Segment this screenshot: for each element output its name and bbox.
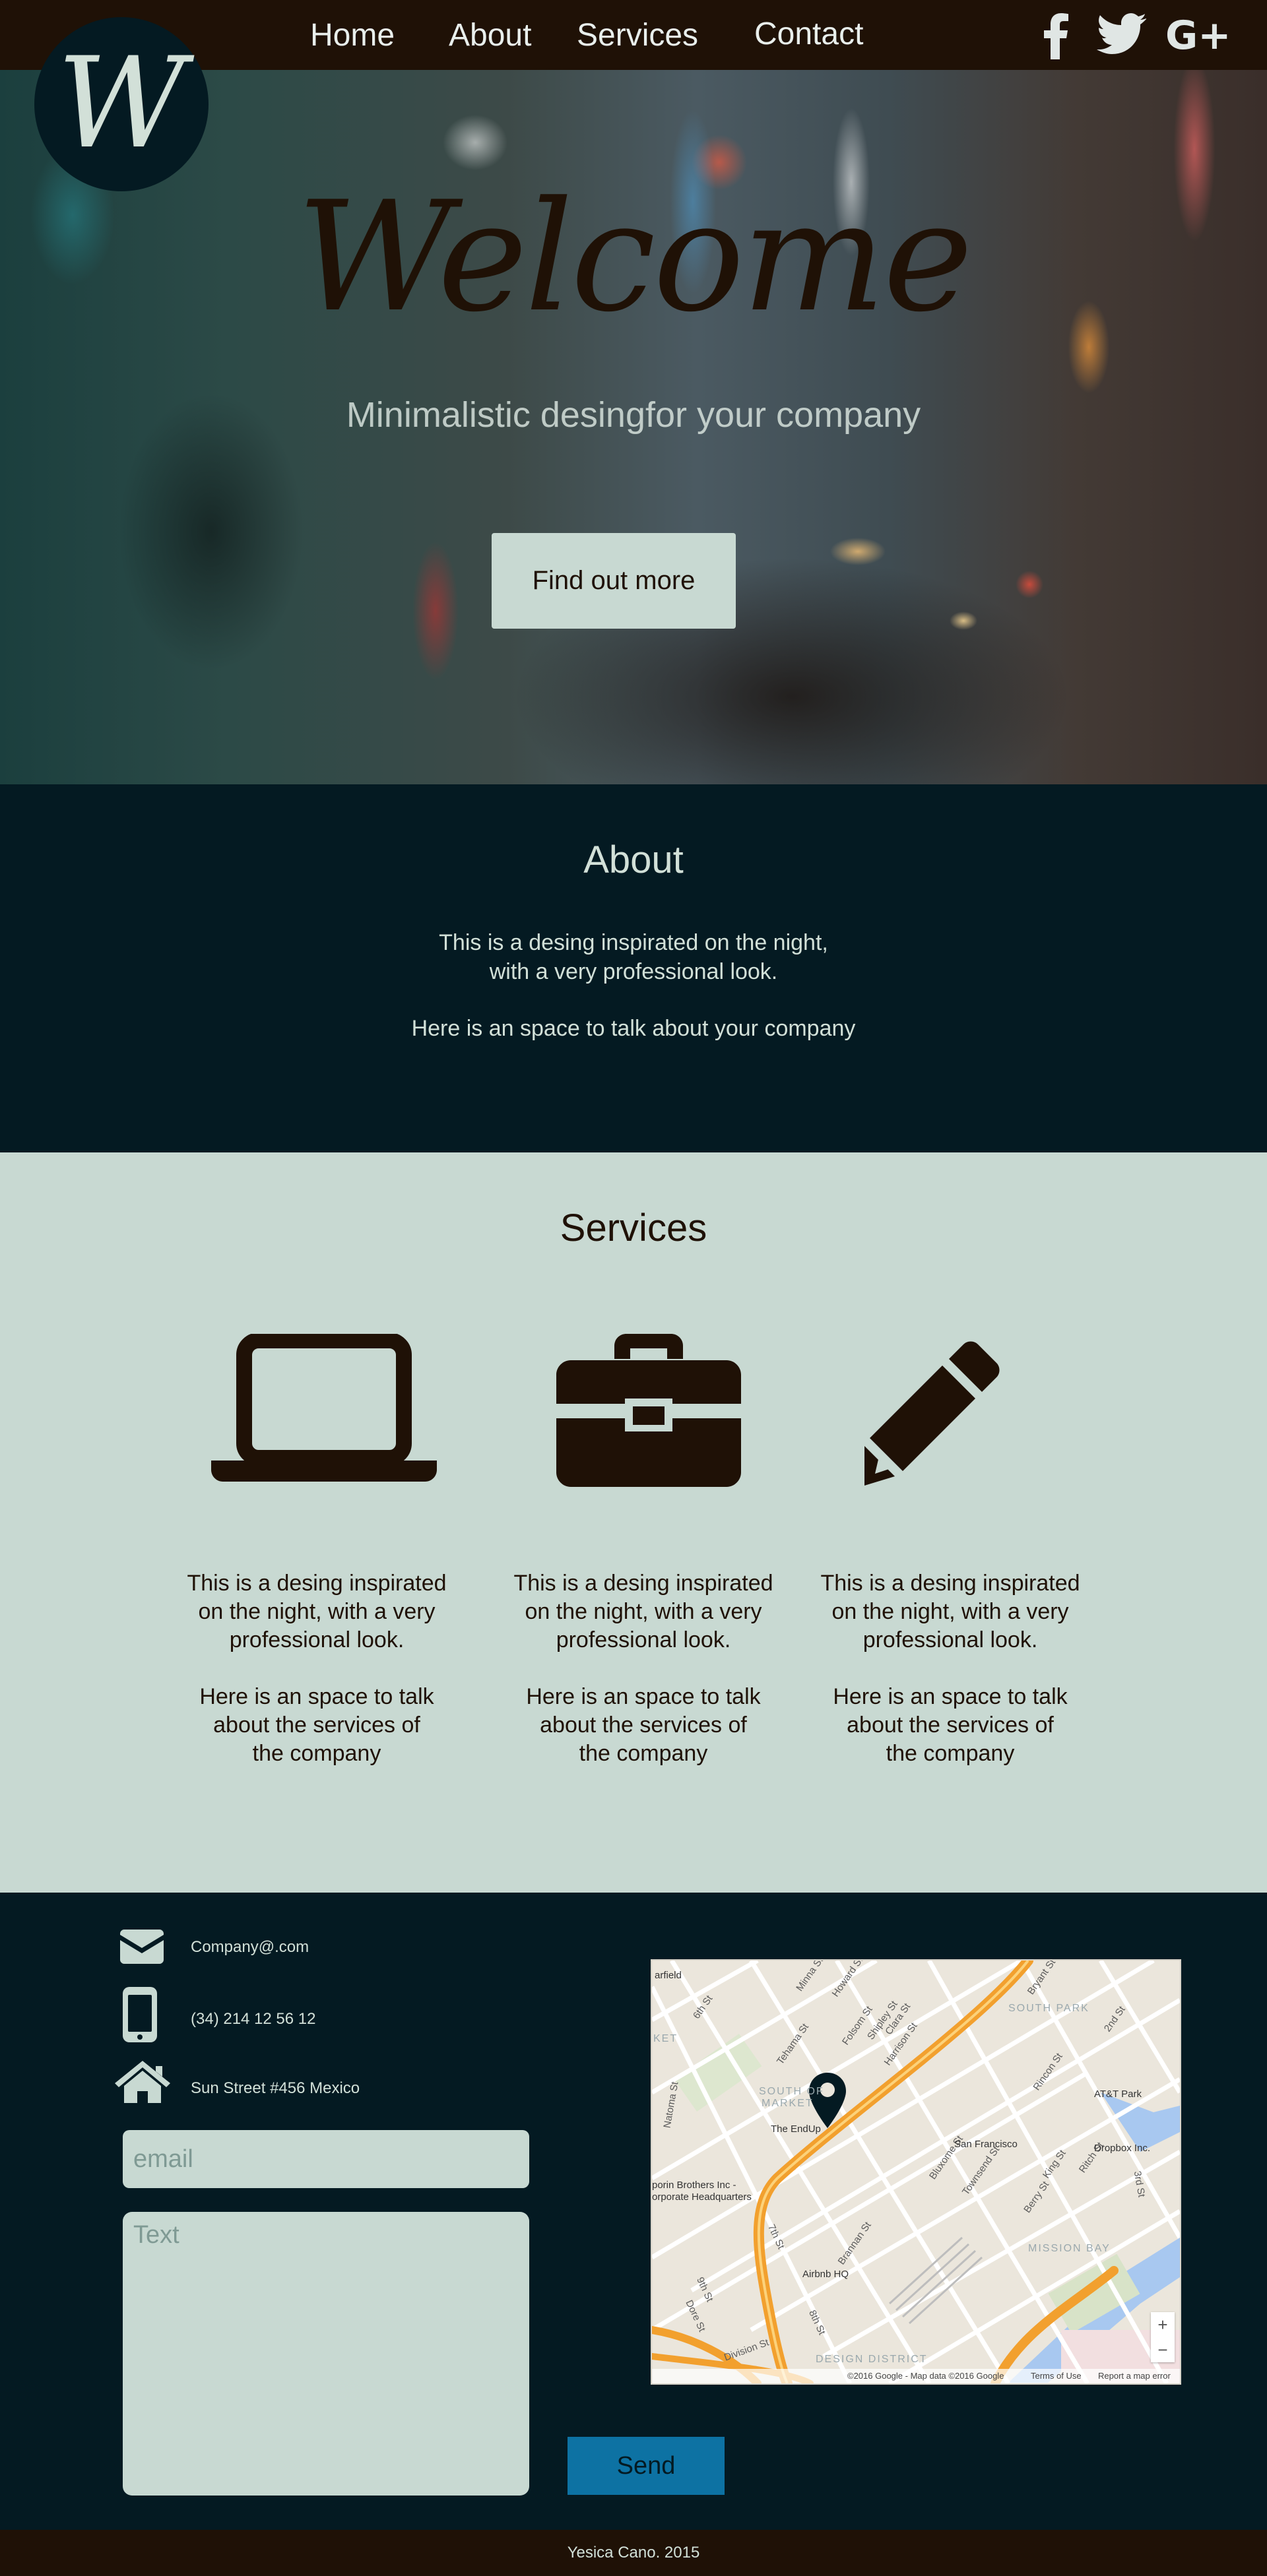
hero-section: Welcome Minimalistic desingfor your comp… [0,70,1267,784]
services-title: Services [560,1207,707,1249]
service-3-line1: This is a desing inspirated [820,1571,1080,1596]
map-zoom-in-button[interactable]: + [1151,2312,1175,2337]
map-district-market: MARKET [762,2098,814,2109]
nav-about-link[interactable]: About [449,17,531,54]
map-place-att-park: AT&T Park [1094,2089,1142,2100]
pencil-icon [864,1340,1000,1490]
map-place-endup: The EndUp [771,2123,821,2135]
service-1-line2: on the night, with a very [198,1599,436,1624]
nav-contact-link[interactable]: Contact [754,16,863,53]
service-3-line4: Here is an space to talk [833,1684,1068,1709]
service-3-line2: on the night, with a very [831,1599,1069,1624]
map-district-south-park: SOUTH PARK [1008,2003,1089,2014]
map-district-mission-bay: MISSION BAY [1028,2243,1111,2254]
page-footer: Yesica Cano. 2015 [0,2530,1267,2576]
facebook-icon[interactable] [1041,12,1070,63]
logo-letter: W [57,30,186,176]
find-out-more-button[interactable]: Find out more [492,533,736,629]
map-zoom-out-button[interactable]: − [1151,2337,1175,2362]
service-1-line1: This is a desing inspirated [187,1571,447,1596]
map-place-arfield: arfield [655,1970,682,1981]
about-title: About [583,838,684,881]
footer-text: Yesica Cano. 2015 [567,2544,700,2561]
service-1-line5: about the services of [213,1712,420,1738]
map-place-sf-caltrain: San Francisco [954,2139,1018,2150]
service-2-line1: This is a desing inspirated [513,1571,773,1596]
map-district-south-of: SOUTH OF [759,2086,824,2097]
email-field[interactable] [123,2130,529,2188]
map-place-airbnb: Airbnb HQ [802,2269,849,2280]
service-1-line6: the company [252,1741,381,1766]
home-icon [115,2061,170,2106]
envelope-icon [120,1930,164,1967]
about-section: About This is a desing inspirated on the… [0,784,1267,1152]
map-district-design: DESIGN DISTRICT [816,2354,928,2365]
service-2-line6: the company [579,1741,708,1766]
services-section: Services This is a desing inspirated on … [0,1152,1267,1893]
nav-services-link[interactable]: Services [577,17,698,54]
map-terms-link[interactable]: Terms of Use [1031,2371,1082,2381]
google-map[interactable]: Minna St Howard St 6th St Tehama St Fols… [651,1959,1181,2385]
message-textarea[interactable] [123,2212,529,2496]
map-district-market-cut: KET [653,2033,678,2044]
contact-email-text: Company@.com [191,1938,309,1956]
about-text-line3: Here is an space to talk about your comp… [411,1016,856,1041]
twitter-icon[interactable] [1097,13,1147,59]
map-copyright: ©2016 Google - Map data ©2016 Google [847,2371,1004,2381]
nav-home-link[interactable]: Home [310,17,395,54]
mobile-phone-icon [123,1987,157,2046]
map-place-porin-hq: orporate Headquarters [652,2191,752,2203]
service-2-line3: professional look. [556,1627,731,1652]
map-place-porin-brothers: porin Brothers Inc - [652,2180,736,2191]
service-3-line6: the company [886,1741,1015,1766]
map-report-link[interactable]: Report a map error [1098,2371,1171,2381]
send-button[interactable]: Send [568,2437,725,2495]
service-2-line4: Here is an space to talk [526,1684,761,1709]
contact-section: Company@.com (34) 214 12 56 12 Sun Stree… [0,1893,1267,2530]
logo[interactable]: W [34,17,209,191]
laptop-icon [211,1333,437,1489]
map-marker-icon[interactable] [809,2073,846,2131]
map-place-dropbox: Dropbox Inc. [1094,2143,1151,2154]
hero-subtitle: Minimalistic desingfor your company [346,395,921,435]
hero-title: Welcome [296,170,973,346]
contact-phone-text: (34) 214 12 56 12 [191,2010,316,2028]
service-1-line4: Here is an space to talk [199,1684,434,1709]
map-attribution-bar: ©2016 Google - Map data ©2016 Google Ter… [652,2369,1180,2383]
briefcase-icon [556,1334,741,1490]
map-zoom-control: + − [1151,2312,1175,2362]
service-2-line5: about the services of [540,1712,747,1738]
service-1-line3: professional look. [229,1627,405,1652]
service-2-line2: on the night, with a very [525,1599,762,1624]
about-text-line1: This is a desing inspirated on the night… [439,930,828,955]
contact-address-text: Sun Street #456 Mexico [191,2079,360,2097]
google-plus-icon[interactable]: G+ [1165,15,1231,57]
service-3-line3: professional look. [862,1627,1038,1652]
about-text-line2: with a very professional look. [489,959,778,984]
service-3-line5: about the services of [847,1712,1054,1738]
